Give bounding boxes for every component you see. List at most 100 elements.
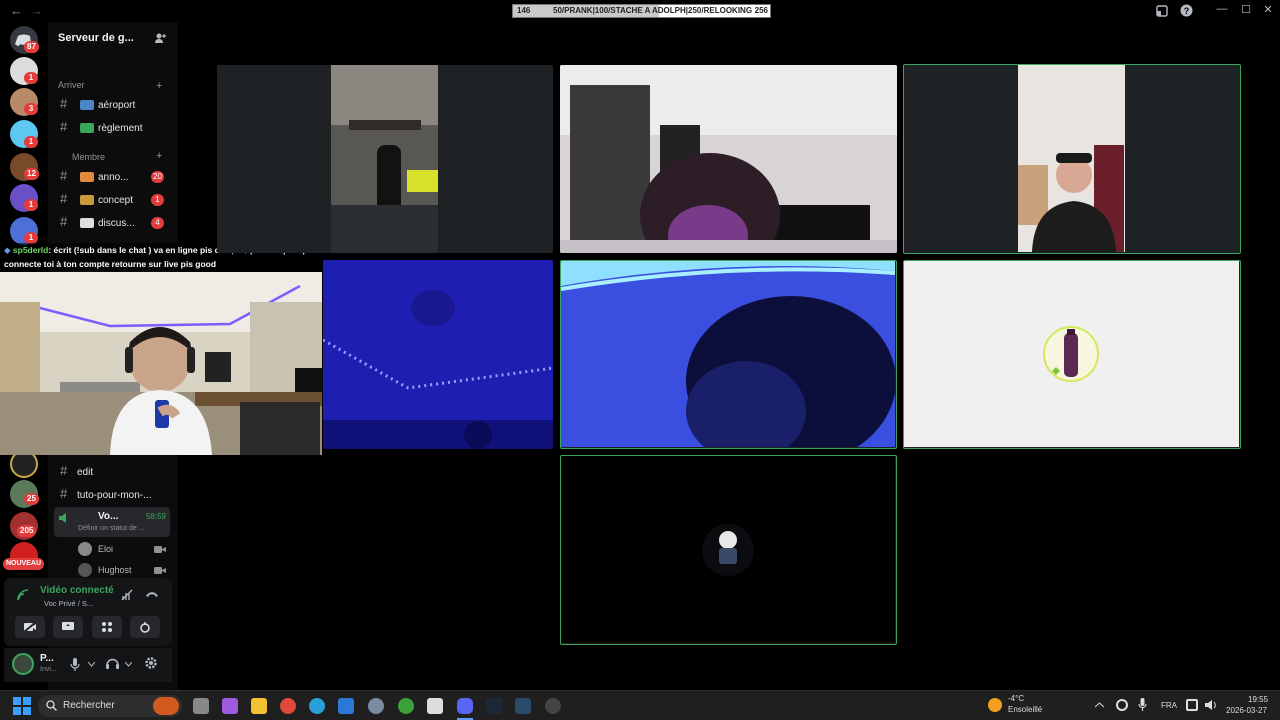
home-badge: 87 (24, 41, 39, 53)
headset-icon[interactable] (106, 657, 119, 670)
video-feed (560, 65, 897, 253)
video-feed (561, 261, 896, 448)
signal-icon[interactable] (16, 588, 30, 602)
add-channel-icon[interactable]: + (156, 150, 162, 162)
voice-user[interactable]: Eloi (78, 542, 168, 558)
video-feed (217, 65, 553, 253)
channel-label: tuto-pour-mon-... (77, 490, 152, 501)
avatar[interactable] (12, 653, 34, 675)
video-feed (904, 65, 1239, 252)
search-icon (46, 700, 57, 711)
screenshare-button[interactable] (53, 616, 83, 638)
microphone-icon[interactable] (1138, 698, 1147, 712)
video-tile-speaking[interactable] (903, 260, 1241, 449)
channel-concept[interactable]: # concept 1 (60, 191, 178, 209)
language-indicator[interactable]: FRA (1161, 701, 1177, 710)
sun-icon[interactable] (988, 698, 1002, 712)
channel-reglement[interactable]: # règlement (60, 119, 178, 137)
chevron-up-icon[interactable] (1095, 702, 1104, 708)
video-tile[interactable] (560, 65, 897, 253)
channel-aeroport[interactable]: # aéroport (60, 96, 178, 114)
settings-icon[interactable] (368, 698, 384, 714)
store-icon[interactable] (427, 698, 443, 714)
copilot-icon[interactable] (222, 698, 238, 714)
help-icon[interactable]: ? (1180, 4, 1193, 17)
channel-label: aéroport (98, 100, 136, 111)
voice-user[interactable]: Hughost (78, 563, 168, 579)
camera-icon (154, 567, 166, 574)
goal-text: 50/PRANK|100/STACHE A ADOLPH|250/RELOOKI… (553, 6, 753, 15)
channel-tuto[interactable]: # tuto-pour-mon-... (60, 486, 178, 504)
hash-icon: # (60, 191, 68, 206)
video-tile-speaking[interactable] (560, 455, 897, 645)
server-badge: 3 (24, 103, 38, 115)
task-view-icon[interactable] (193, 698, 209, 714)
chrome-icon[interactable] (280, 698, 296, 714)
file-explorer-icon[interactable] (251, 698, 267, 714)
category-membre[interactable]: Membre (72, 152, 105, 162)
maximize-button[interactable]: ☐ (1236, 3, 1256, 16)
chevron-down-icon[interactable] (125, 662, 132, 667)
camera-off-button[interactable] (15, 616, 45, 638)
category-arriver[interactable]: Arriver (58, 80, 85, 90)
obs-icon[interactable] (545, 698, 561, 714)
server-name[interactable]: Serveur de g... (58, 32, 134, 44)
video-tile-speaking[interactable] (560, 260, 897, 449)
avatar (78, 542, 92, 556)
steam-icon[interactable] (486, 698, 502, 714)
app-icon[interactable] (515, 698, 531, 714)
invite-icon[interactable] (154, 32, 166, 44)
add-channel-icon[interactable]: + (156, 80, 162, 92)
hash-icon: # (60, 168, 68, 183)
voice-channel[interactable]: Vo... 58:59 Définir un statut de ... (54, 507, 170, 537)
channel-discussion[interactable]: # discus... 4 (60, 214, 178, 232)
chevron-down-icon[interactable] (88, 662, 95, 667)
wifi-icon[interactable] (1186, 699, 1198, 711)
edge-icon[interactable] (309, 698, 325, 714)
channel-edit[interactable]: # edit (60, 463, 178, 481)
video-tile-speaking[interactable] (903, 64, 1241, 254)
camera-icon (154, 546, 166, 553)
chat-username: sp5derld (12, 245, 49, 255)
clock-time[interactable]: 19:55 (1248, 695, 1268, 704)
noise-suppression-icon[interactable] (120, 588, 134, 602)
voice-timer: 58:59 (145, 512, 166, 521)
inbox-icon[interactable] (1156, 5, 1168, 17)
xbox-icon[interactable] (398, 698, 414, 714)
taskbar-search[interactable]: Rechercher (38, 695, 182, 717)
voice-status-text: Définir un statut de ... (78, 525, 145, 532)
voice-connection-panel: Vidéo connecté Voc Privé / S... (4, 578, 172, 646)
activities-button[interactable] (92, 616, 122, 638)
disconnect-icon[interactable] (145, 589, 159, 599)
discord-icon[interactable] (457, 698, 473, 714)
forward-arrow-icon[interactable]: → (30, 3, 43, 18)
hash-icon: # (60, 486, 68, 501)
voice-user-name: Hughost (98, 565, 132, 575)
server-badge: 25 (24, 493, 39, 505)
volume-icon[interactable] (1204, 699, 1217, 711)
activities-icon (102, 622, 112, 632)
minimize-button[interactable]: — (1212, 3, 1232, 15)
back-arrow-icon[interactable]: ← (10, 3, 23, 18)
screenshare-icon (62, 622, 74, 630)
channel-label: concept (98, 195, 134, 206)
camera-off-icon (23, 621, 37, 633)
close-button[interactable]: ✕ (1258, 3, 1278, 16)
settings-gear-icon[interactable] (144, 656, 158, 670)
svg-text:?: ? (1184, 6, 1190, 16)
clock-date[interactable]: 2026-03-27 (1226, 706, 1267, 715)
channel-annonces[interactable]: # anno... 20 (60, 168, 178, 186)
video-tile[interactable] (323, 260, 553, 449)
title-bar: ← → 146 50/PRANK|100/STACHE A ADOLPH|250… (0, 0, 1280, 22)
video-tile[interactable] (217, 65, 553, 253)
webcam-feed (0, 272, 322, 455)
windows-start-icon[interactable] (13, 697, 31, 715)
microphone-icon[interactable] (70, 658, 80, 671)
channel-label: edit (77, 467, 94, 478)
hash-icon: # (60, 463, 68, 478)
network-icon[interactable] (1116, 699, 1128, 711)
soundboard-button[interactable] (130, 616, 160, 638)
voice-connected-subtitle[interactable]: Voc Privé / S... (44, 599, 93, 608)
hash-icon: # (60, 214, 68, 229)
mail-icon[interactable] (338, 698, 354, 714)
